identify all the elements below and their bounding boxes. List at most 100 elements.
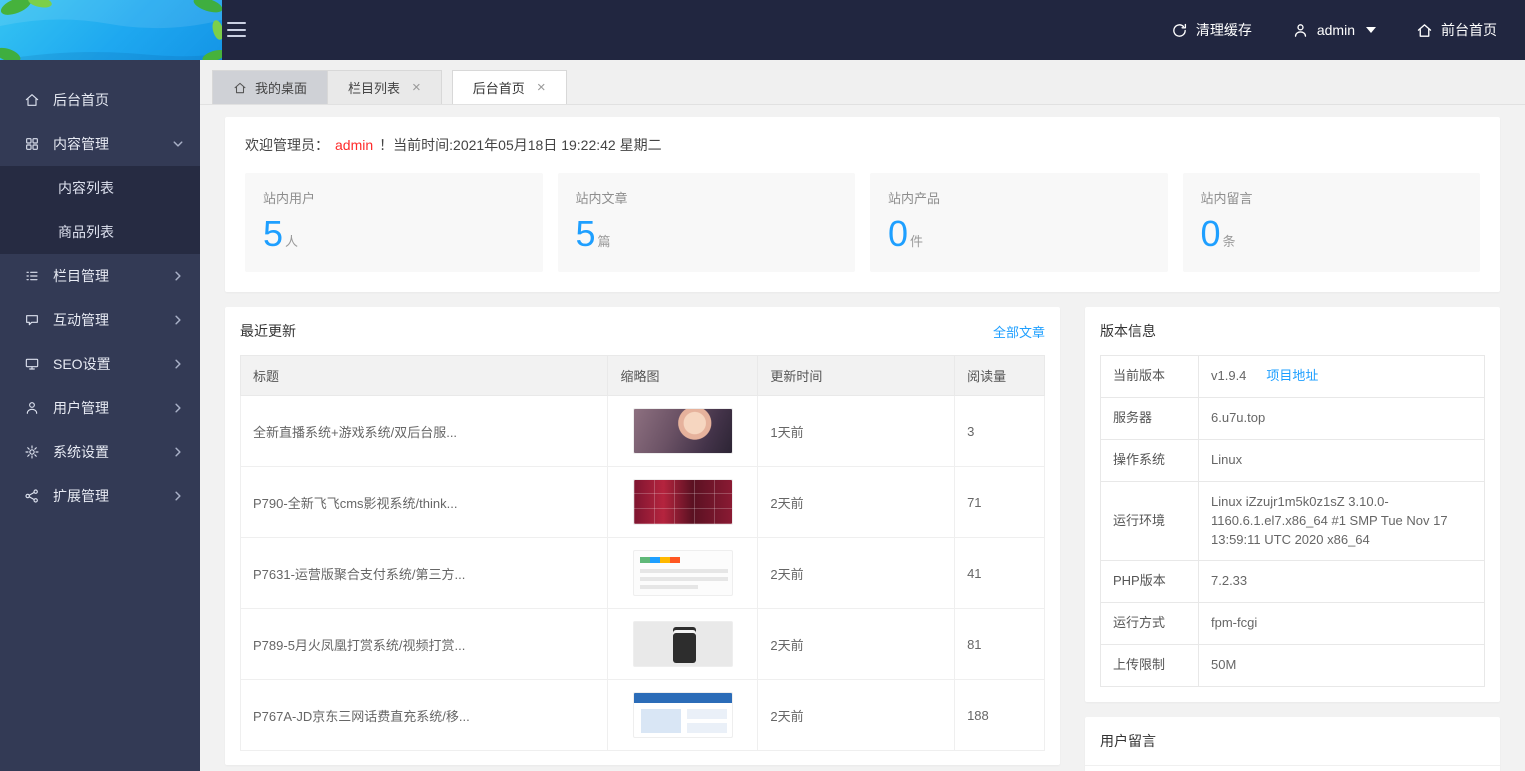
sidebar-item-label: 系统设置 — [53, 442, 109, 462]
chevron-down-icon — [172, 138, 184, 150]
gear-icon — [24, 444, 40, 460]
stat-value: 0 — [888, 213, 908, 254]
thumbnail-image — [633, 692, 733, 738]
welcome-card: 欢迎管理员：admin！当前时间:2021年05月18日 19:22:42 星期… — [225, 117, 1500, 292]
read-count: 81 — [955, 609, 1045, 680]
update-time: 2天前 — [758, 609, 955, 680]
version-row-label: 服务器 — [1101, 398, 1199, 440]
top-bar: 清理缓存 admin 前台首页 — [0, 0, 1525, 60]
sidebar-item-label: 内容列表 — [58, 178, 114, 198]
version-info-title: 版本信息 — [1100, 321, 1156, 341]
user-menu[interactable]: admin — [1292, 22, 1376, 39]
all-articles-link[interactable]: 全部文章 — [993, 322, 1045, 341]
home-icon — [233, 81, 247, 95]
grid-icon — [24, 136, 40, 152]
version-info-table: 当前版本 v1.9.4 项目地址 服务器 6.u7u.top 操作系统 Linux — [1100, 355, 1485, 687]
version-row-value: fpm-fcgi — [1199, 603, 1485, 645]
stat-unit: 人 — [285, 234, 298, 249]
sidebar-item-dashboard[interactable]: 后台首页 — [0, 78, 200, 122]
home-icon — [24, 92, 40, 108]
stat-label: 站内留言 — [1201, 188, 1463, 207]
sidebar-item-label: 内容管理 — [53, 134, 109, 154]
front-home-label: 前台首页 — [1441, 20, 1497, 40]
column-header-reads: 阅读量 — [955, 356, 1045, 396]
sidebar-item-seo[interactable]: SEO设置 — [0, 342, 200, 386]
thumbnail-image — [633, 621, 733, 667]
sidebar-item-label: 商品列表 — [58, 222, 114, 242]
stat-site-users: 站内用户 5人 — [245, 173, 543, 272]
sidebar-item-columns[interactable]: 栏目管理 — [0, 254, 200, 298]
project-link[interactable]: 项目地址 — [1266, 368, 1318, 383]
sidebar-item-settings[interactable]: 系统设置 — [0, 430, 200, 474]
chevron-right-icon — [172, 402, 184, 414]
user-messages-card: 用户留言 — [1085, 717, 1500, 771]
update-time: 2天前 — [758, 680, 955, 751]
thumbnail-image — [633, 408, 733, 454]
stat-unit: 篇 — [598, 234, 611, 249]
sidebar-item-label: 互动管理 — [53, 310, 109, 330]
version-row-value: v1.9.4 — [1211, 368, 1246, 383]
welcome-message: 欢迎管理员：admin！当前时间:2021年05月18日 19:22:42 星期… — [245, 135, 1480, 155]
table-row: 运行方式 fpm-fcgi — [1101, 603, 1485, 645]
article-title[interactable]: P789-5月火凤凰打赏系统/视频打赏... — [241, 609, 608, 680]
list-icon — [24, 268, 40, 284]
sidebar-item-extensions[interactable]: 扩展管理 — [0, 474, 200, 518]
sidebar-item-interaction[interactable]: 互动管理 — [0, 298, 200, 342]
sidebar-item-content[interactable]: 内容管理 — [0, 122, 200, 166]
tab-my-desktop[interactable]: 我的桌面 — [212, 70, 328, 104]
close-icon[interactable]: × — [412, 80, 421, 95]
welcome-time: ！当前时间:2021年05月18日 19:22:42 星期二 — [379, 137, 661, 153]
home-icon — [1416, 22, 1433, 39]
version-row-label: 操作系统 — [1101, 440, 1199, 482]
article-title[interactable]: P790-全新飞飞cms影视系统/think... — [241, 467, 608, 538]
article-title[interactable]: 全新直播系统+游戏系统/双后台服... — [241, 396, 608, 467]
read-count: 41 — [955, 538, 1045, 609]
table-row: 操作系统 Linux — [1101, 440, 1485, 482]
version-row-value: 7.2.33 — [1199, 561, 1485, 603]
share-nodes-icon — [24, 488, 40, 504]
table-row: P767A-JD京东三网话费直充系统/移... 2天前 188 — [241, 680, 1045, 751]
monitor-icon — [24, 356, 40, 372]
stat-unit: 件 — [910, 234, 923, 249]
article-title[interactable]: P7631-运营版聚合支付系统/第三方... — [241, 538, 608, 609]
clear-cache-button[interactable]: 清理缓存 — [1171, 20, 1252, 40]
read-count: 71 — [955, 467, 1045, 538]
caret-down-icon — [1366, 27, 1376, 33]
chevron-right-icon — [172, 314, 184, 326]
stat-label: 站内用户 — [263, 188, 525, 207]
front-home-button[interactable]: 前台首页 — [1416, 20, 1497, 40]
table-row: 服务器 6.u7u.top — [1101, 398, 1485, 440]
content-area: 欢迎管理员：admin！当前时间:2021年05月18日 19:22:42 星期… — [200, 105, 1525, 771]
sidebar-item-product-list[interactable]: 商品列表 — [0, 210, 200, 254]
stat-site-products: 站内产品 0件 — [870, 173, 1168, 272]
collapse-menu-icon[interactable] — [227, 22, 246, 37]
sidebar-item-label: SEO设置 — [53, 354, 111, 374]
tab-label: 我的桌面 — [255, 78, 307, 97]
sidebar-item-users[interactable]: 用户管理 — [0, 386, 200, 430]
column-header-title: 标题 — [241, 356, 608, 396]
sidebar-item-label: 扩展管理 — [53, 486, 109, 506]
chevron-right-icon — [172, 446, 184, 458]
username-label: admin — [1317, 22, 1355, 38]
thumbnail-image — [633, 550, 733, 596]
version-info-card: 版本信息 当前版本 v1.9.4 项目地址 服务器 6.u7u.top — [1085, 307, 1500, 702]
table-row: P7631-运营版聚合支付系统/第三方... 2天前 41 — [241, 538, 1045, 609]
version-row-value: 6.u7u.top — [1199, 398, 1485, 440]
tab-column-list[interactable]: 栏目列表 × — [328, 70, 442, 104]
user-messages-title: 用户留言 — [1100, 731, 1156, 751]
stat-value: 5 — [576, 213, 596, 254]
table-row: 上传限制 50M — [1101, 645, 1485, 687]
article-title[interactable]: P767A-JD京东三网话费直充系统/移... — [241, 680, 608, 751]
refresh-icon — [1171, 22, 1188, 39]
version-row-label: PHP版本 — [1101, 561, 1199, 603]
sidebar-item-label: 用户管理 — [53, 398, 109, 418]
version-row-label: 当前版本 — [1101, 356, 1199, 398]
chat-icon — [24, 312, 40, 328]
tab-dashboard[interactable]: 后台首页 × — [452, 70, 567, 104]
stat-site-articles: 站内文章 5篇 — [558, 173, 856, 272]
stat-value: 0 — [1201, 213, 1221, 254]
sidebar-item-content-list[interactable]: 内容列表 — [0, 166, 200, 210]
close-icon[interactable]: × — [537, 80, 546, 95]
read-count: 188 — [955, 680, 1045, 751]
user-icon — [24, 400, 40, 416]
